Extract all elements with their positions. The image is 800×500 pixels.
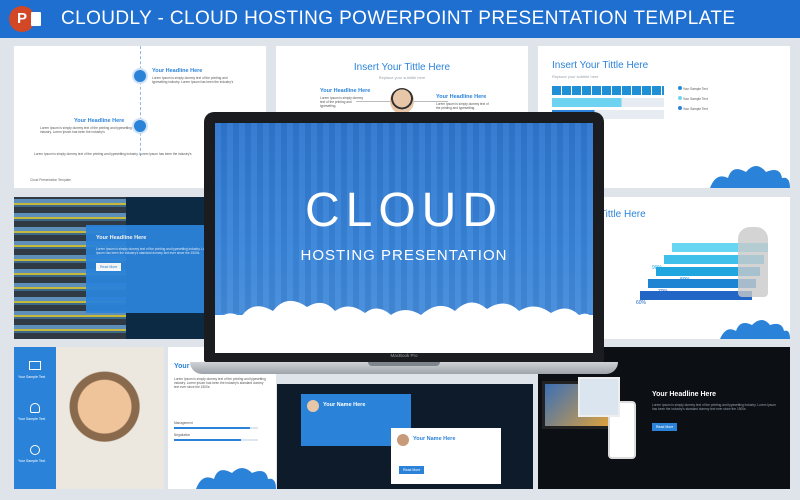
cover-title: CLOUD: [304, 184, 504, 237]
page-title: CLOUDLY - CLOUD HOSTING POWERPOINT PRESE…: [61, 8, 736, 29]
read-more-button[interactable]: Read More: [399, 466, 425, 474]
headset-icon: [132, 68, 148, 84]
legend-item-label: Your Sample Text: [682, 87, 708, 91]
headline-right: Your Headline Here: [436, 94, 487, 100]
skill-bar: [174, 427, 258, 429]
stair-bar-5: [640, 291, 752, 300]
legend: Your Sample Text Your Sample Text Your S…: [678, 86, 708, 111]
gear-icon: [30, 445, 40, 455]
headline-2: Your Headline Here: [74, 118, 125, 124]
avatar: [307, 400, 319, 412]
text-2: Lorem Ipsum is simply dummy text of the …: [40, 126, 132, 134]
cloud-decoration: [196, 468, 276, 489]
slide-footer: Cloud Presentation Template: [30, 178, 71, 182]
headline-left: Your Headline Here: [320, 88, 371, 94]
read-more-button[interactable]: Read More: [652, 423, 678, 431]
powerpoint-icon: [9, 6, 41, 32]
monitor-icon: [29, 361, 41, 370]
progress-bar-1: [552, 86, 664, 95]
progress-bar-2: [552, 98, 664, 107]
legend-item: Your Sample Text: [678, 106, 708, 111]
slide-title: Insert Your Tittle Here: [353, 62, 451, 73]
legend-item: Your Sample Text: [678, 96, 708, 101]
skill-bar: [174, 439, 258, 441]
percent-label: 80%: [680, 277, 691, 283]
avatar: [390, 88, 414, 114]
headline: Your Headline Here: [652, 391, 717, 398]
body-text: Lorem Ipsum is simply dummy text of the …: [652, 403, 776, 411]
header-bar: CLOUDLY - CLOUD HOSTING POWERPOINT PRESE…: [0, 0, 800, 38]
slide-team[interactable]: Your Sample Text Your Sample Text Your S…: [14, 347, 164, 489]
legend-item-label: Your Sample Text: [682, 97, 708, 101]
slide-testimonials[interactable]: Your Name Here Your Name Here Read More: [277, 384, 533, 489]
skill-label: Management: [174, 421, 193, 425]
sidebar-item-label: Your Sample Text: [18, 417, 46, 421]
laptop-screen: CLOUD HOSTING PRESENTATION: [215, 123, 593, 353]
slide-title: Insert Your Tittle Here: [552, 60, 649, 71]
skill-label: Negotiation: [174, 433, 191, 437]
panel-headline: Your Headline Here: [96, 235, 147, 241]
percent-label: 90%: [652, 265, 663, 271]
text-1: Lorem Ipsum is simply dummy text of the …: [152, 76, 234, 84]
laptop-lid: CLOUD HOSTING PRESENTATION MacBook Pro: [204, 112, 604, 362]
cloud-decoration: [710, 166, 790, 188]
legend-item: Your Sample Text: [678, 86, 708, 91]
card-white: Your Name Here Read More: [391, 428, 501, 484]
laptop-brand: MacBook Pro: [390, 353, 418, 358]
panel-text: Lorem Ipsum is simply dummy text of the …: [96, 247, 211, 255]
users-icon: [30, 403, 40, 413]
card-name: Your Name Here: [413, 436, 456, 442]
read-more-button[interactable]: Read More: [96, 263, 122, 271]
text-right: Lorem Ipsum is simply dummy text of the …: [436, 102, 489, 110]
screen-bottom: [215, 315, 593, 353]
percent-label: 70%: [658, 289, 669, 295]
legend-item-label: Your Sample Text: [682, 107, 708, 111]
laptop-mockup-main: CLOUD HOSTING PRESENTATION MacBook Pro: [190, 112, 618, 384]
person-photo: [56, 347, 164, 489]
slide-subtitle: Replace your subtitle here: [378, 75, 426, 80]
template-preview: CLOUDLY - CLOUD HOSTING POWERPOINT PRESE…: [0, 0, 800, 500]
text-left: Lorem Ipsum is simply dummy text of the …: [320, 96, 364, 108]
percent-label: 60%: [636, 300, 647, 306]
diamond-icon: [132, 118, 148, 134]
card-name: Your Name Here: [323, 402, 366, 408]
avatar: [397, 434, 409, 446]
slide-subtitle: Replace your subtitle here: [552, 74, 599, 79]
sidebar-item-label: Your Sample Text: [18, 375, 46, 379]
laptop-base: [190, 362, 618, 374]
cover-subtitle: HOSTING PRESENTATION: [300, 247, 508, 264]
text-3: Lorem Ipsum is simply dummy text of the …: [34, 152, 192, 156]
runner-silhouette: [738, 227, 768, 297]
sidebar-item-label: Your Sample Text: [18, 459, 46, 463]
cloud-decoration: [720, 320, 790, 339]
headline-1: Your Headline Here: [152, 68, 203, 74]
